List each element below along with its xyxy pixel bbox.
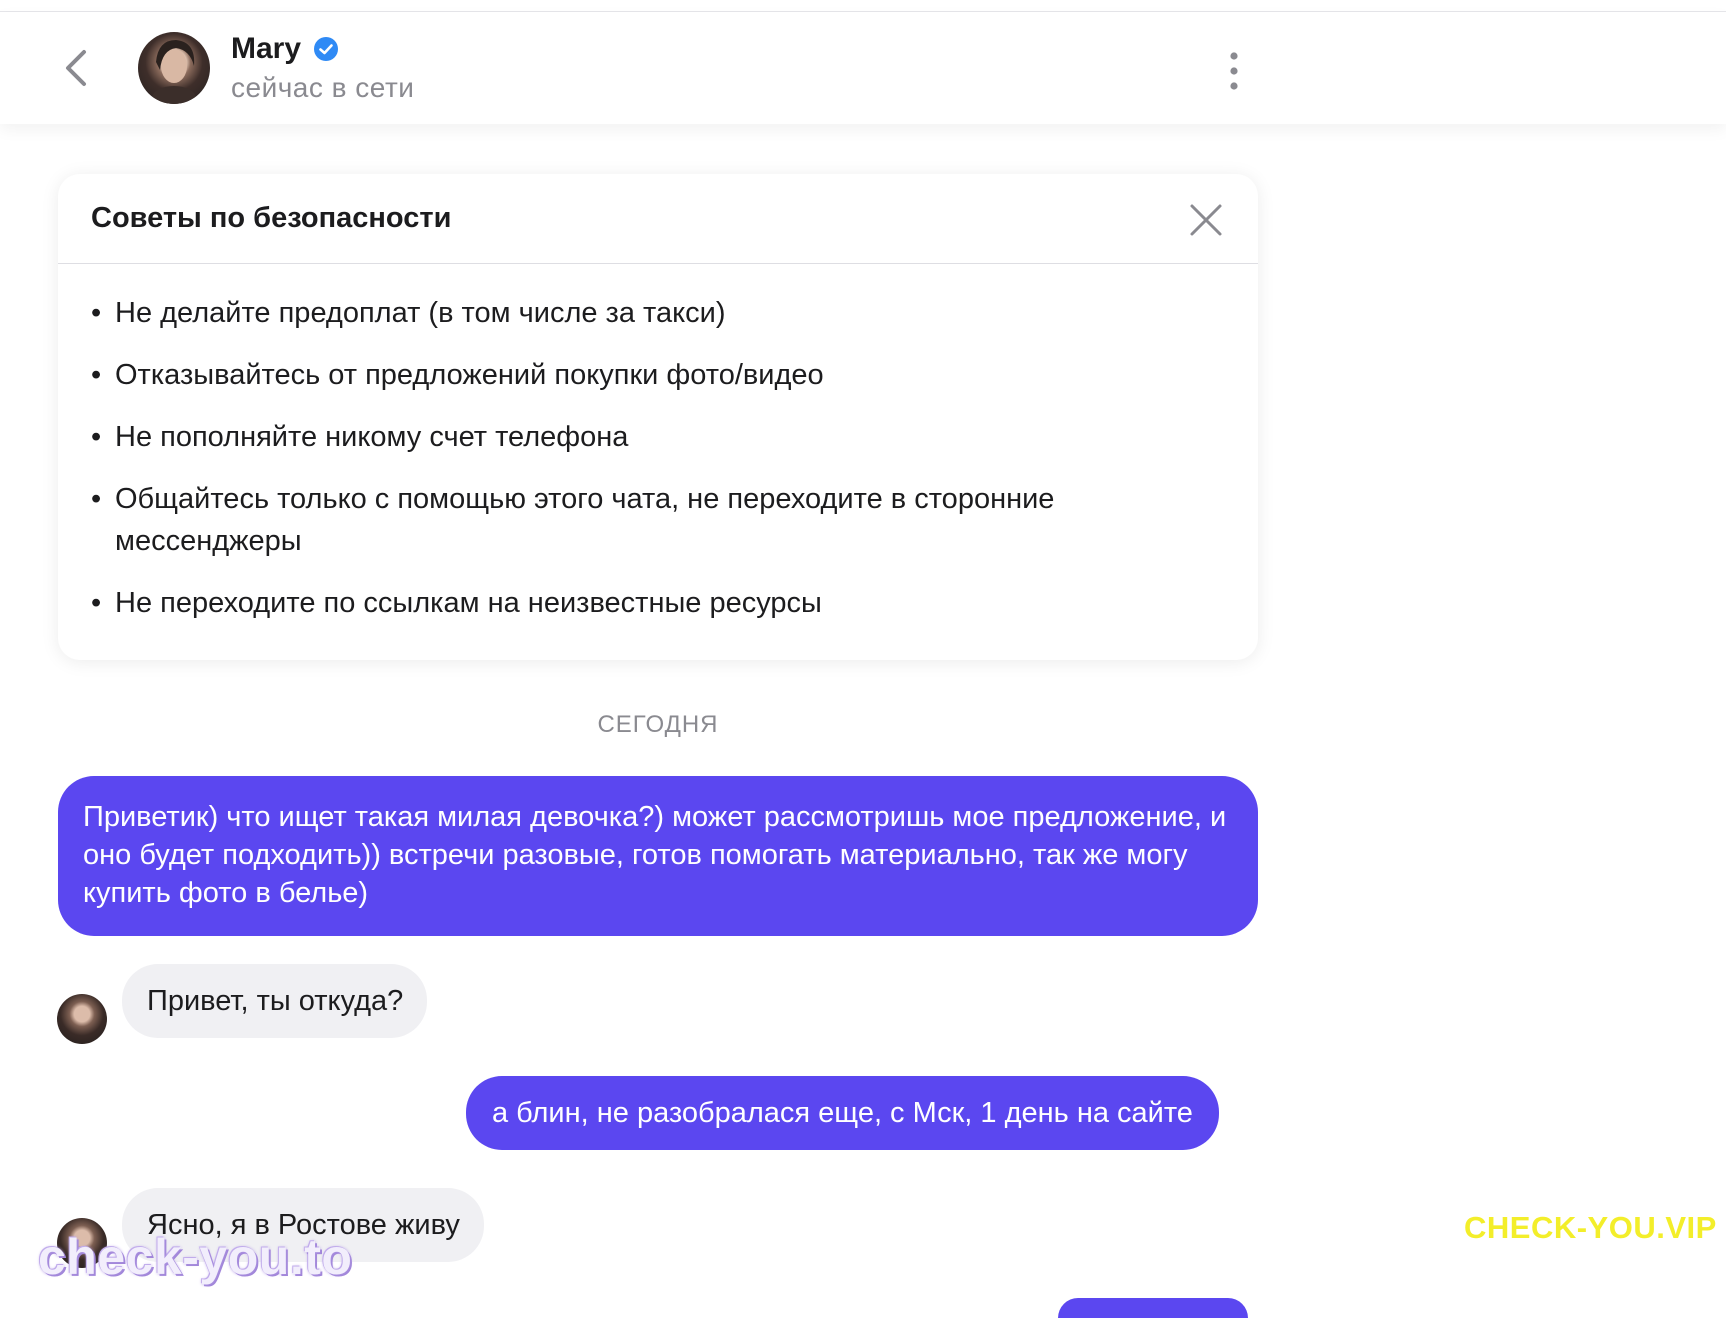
incoming-message[interactable]: Привет, ты откуда? — [122, 964, 428, 1038]
list-item: • Не пополняйте никому счет телефона — [91, 416, 1151, 458]
safety-tips-list: • Не делайте предоплат (в том числе за та… — [58, 264, 1258, 624]
watermark-left: check-you.to — [38, 1229, 353, 1285]
verified-check-icon — [314, 37, 339, 61]
bullet: • — [91, 421, 102, 453]
list-item: • Не делайте предоплат (в том числе за та… — [91, 292, 1151, 334]
bullet: • — [91, 359, 102, 391]
bullet: • — [91, 297, 102, 329]
tip-text: Общайтесь только с помощью этого чата, н… — [115, 483, 1055, 557]
safety-tips-card: Советы по безопасности • Не делайте предо… — [58, 174, 1258, 660]
avatar[interactable] — [57, 994, 107, 1044]
close-icon — [1190, 204, 1222, 236]
tip-text: Отказывайтесь от предложений покупки фот… — [115, 359, 824, 391]
tip-text: Не пополняйте никому счет телефона — [115, 421, 629, 453]
tip-text: Не делайте предоплат (в том числе за так… — [115, 297, 726, 329]
outgoing-message-partial[interactable] — [1058, 1298, 1248, 1318]
chat-header: Mary сейчас в сети — [0, 12, 1726, 124]
back-button[interactable] — [58, 42, 98, 94]
top-divider — [0, 0, 1726, 12]
avatar-photo — [152, 40, 196, 104]
more-options-button[interactable] — [1222, 48, 1246, 94]
watermark-right: CHECK-YOU.VIP — [1464, 1210, 1717, 1245]
outgoing-message[interactable]: Приветик) что ищет такая милая девочка?)… — [58, 776, 1258, 936]
chevron-left-icon — [66, 50, 86, 86]
outgoing-message[interactable]: а блин, не разобралася еще, с Мск, 1 ден… — [466, 1076, 1219, 1150]
tip-text: Не переходите по ссылкам на неизвестные … — [115, 587, 822, 619]
bullet: • — [91, 483, 102, 515]
more-vertical-icon — [1230, 52, 1238, 90]
online-status: сейчас в сети — [231, 72, 415, 103]
safety-tips-header: Советы по безопасности — [58, 174, 1258, 264]
list-item: • Общайтесь только с помощью этого чата, … — [91, 478, 1151, 562]
list-item: • Отказывайтесь от предложений покупки фо… — [91, 354, 1151, 396]
date-divider: СЕГОДНЯ — [597, 711, 719, 738]
contact-name: Mary — [231, 32, 302, 65]
close-button[interactable] — [1186, 200, 1226, 240]
avatar[interactable] — [138, 32, 210, 104]
bullet: • — [91, 587, 102, 619]
safety-tips-title: Советы по безопасности — [91, 202, 452, 234]
chat-page: Mary сейчас в сети Советы по безопасност… — [0, 0, 1726, 1318]
contact-name-row: Mary — [231, 32, 339, 66]
list-item: • Не переходите по ссылкам на неизвестные… — [91, 582, 1151, 624]
